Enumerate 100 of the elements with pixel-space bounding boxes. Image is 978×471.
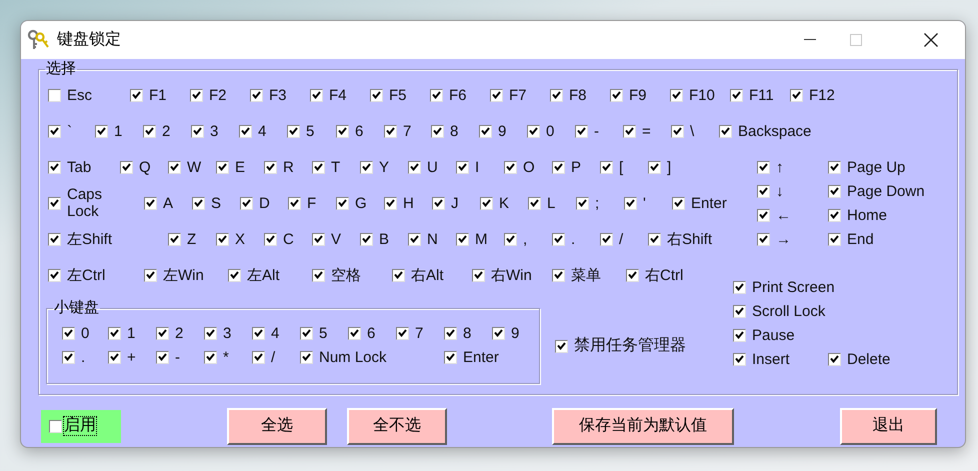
checkbox[interactable] xyxy=(648,160,661,174)
checkbox[interactable] xyxy=(623,124,636,138)
checkbox[interactable] xyxy=(828,160,841,174)
checkbox[interactable] xyxy=(671,124,684,138)
checkbox[interactable] xyxy=(757,208,770,222)
dialog-button[interactable]: 全选 xyxy=(227,408,327,444)
checkbox[interactable] xyxy=(300,326,313,340)
checkbox[interactable] xyxy=(370,88,383,102)
checkbox[interactable] xyxy=(108,326,121,340)
checkbox[interactable] xyxy=(600,232,613,246)
dialog-button[interactable]: 保存当前为默认值 xyxy=(552,408,734,444)
checkbox[interactable] xyxy=(156,326,169,340)
checkbox[interactable] xyxy=(288,196,301,210)
checkbox[interactable] xyxy=(48,196,61,210)
dialog-button[interactable]: 退出 xyxy=(840,408,937,444)
checkbox[interactable] xyxy=(408,160,421,174)
checkbox[interactable] xyxy=(336,124,349,138)
checkbox[interactable] xyxy=(130,88,143,102)
checkbox[interactable] xyxy=(62,326,75,340)
checkbox[interactable] xyxy=(264,232,277,246)
checkbox[interactable] xyxy=(360,160,373,174)
checkbox[interactable] xyxy=(95,124,108,138)
checkbox[interactable] xyxy=(432,196,445,210)
checkbox[interactable] xyxy=(144,268,157,282)
checkbox[interactable] xyxy=(49,420,62,432)
checkbox[interactable] xyxy=(528,196,541,210)
checkbox[interactable] xyxy=(384,124,397,138)
checkbox[interactable] xyxy=(626,268,639,282)
checkbox[interactable] xyxy=(828,184,841,198)
checkbox[interactable] xyxy=(757,184,770,198)
checkbox[interactable] xyxy=(733,328,746,342)
checkbox[interactable] xyxy=(310,88,323,102)
checkbox[interactable] xyxy=(336,196,349,210)
checkbox[interactable] xyxy=(48,124,61,138)
checkbox[interactable] xyxy=(490,88,503,102)
checkbox[interactable] xyxy=(48,232,61,246)
dialog-button[interactable]: 全不选 xyxy=(347,408,447,444)
checkbox[interactable] xyxy=(408,232,421,246)
checkbox[interactable] xyxy=(204,326,217,340)
checkbox[interactable] xyxy=(252,326,265,340)
checkbox[interactable] xyxy=(610,88,623,102)
checkbox[interactable] xyxy=(480,196,493,210)
checkbox[interactable] xyxy=(384,196,397,210)
checkbox[interactable] xyxy=(624,196,637,210)
checkbox[interactable] xyxy=(672,196,685,210)
checkbox[interactable] xyxy=(108,350,121,364)
checkbox[interactable] xyxy=(430,88,443,102)
checkbox[interactable] xyxy=(828,208,841,222)
checkbox[interactable] xyxy=(48,268,61,282)
checkbox[interactable] xyxy=(312,268,325,282)
checkbox[interactable] xyxy=(216,160,229,174)
checkbox[interactable] xyxy=(757,160,770,174)
checkbox[interactable] xyxy=(228,268,241,282)
checkbox[interactable] xyxy=(550,88,563,102)
checkbox[interactable] xyxy=(733,304,746,318)
checkbox[interactable] xyxy=(575,124,588,138)
checkbox[interactable] xyxy=(264,160,277,174)
checkbox[interactable] xyxy=(757,232,770,246)
checkbox[interactable] xyxy=(719,124,732,138)
checkbox[interactable] xyxy=(348,326,361,340)
checkbox[interactable] xyxy=(168,160,181,174)
checkbox[interactable] xyxy=(733,280,746,294)
checkbox[interactable] xyxy=(240,196,253,210)
checkbox[interactable] xyxy=(552,160,565,174)
checkbox[interactable] xyxy=(360,232,373,246)
close-icon[interactable] xyxy=(924,33,938,47)
checkbox[interactable] xyxy=(552,268,565,282)
checkbox[interactable] xyxy=(192,196,205,210)
checkbox[interactable] xyxy=(730,88,743,102)
checkbox[interactable] xyxy=(392,268,405,282)
checkbox[interactable] xyxy=(444,350,457,364)
checkbox[interactable] xyxy=(472,268,485,282)
checkbox[interactable] xyxy=(431,124,444,138)
checkbox[interactable] xyxy=(555,340,568,352)
checkbox[interactable] xyxy=(216,232,229,246)
checkbox[interactable] xyxy=(168,232,181,246)
checkbox[interactable] xyxy=(239,124,252,138)
checkbox[interactable] xyxy=(312,232,325,246)
checkbox[interactable] xyxy=(648,232,661,246)
checkbox[interactable] xyxy=(143,124,156,138)
checkbox[interactable] xyxy=(670,88,683,102)
checkbox[interactable] xyxy=(156,350,169,364)
checkbox[interactable] xyxy=(456,232,469,246)
checkbox[interactable] xyxy=(396,326,409,340)
checkbox[interactable] xyxy=(250,88,263,102)
checkbox[interactable] xyxy=(600,160,613,174)
checkbox[interactable] xyxy=(444,326,457,340)
checkbox[interactable] xyxy=(479,124,492,138)
checkbox[interactable] xyxy=(252,350,265,364)
checkbox[interactable] xyxy=(492,326,505,340)
checkbox[interactable] xyxy=(527,124,540,138)
checkbox[interactable] xyxy=(120,160,133,174)
checkbox[interactable] xyxy=(190,88,203,102)
minimize-icon[interactable] xyxy=(804,39,816,41)
checkbox[interactable] xyxy=(191,124,204,138)
checkbox[interactable] xyxy=(456,160,469,174)
enable-label[interactable]: 启用 xyxy=(63,416,97,436)
checkbox[interactable] xyxy=(144,196,157,210)
checkbox[interactable] xyxy=(552,232,565,246)
checkbox[interactable] xyxy=(287,124,300,138)
